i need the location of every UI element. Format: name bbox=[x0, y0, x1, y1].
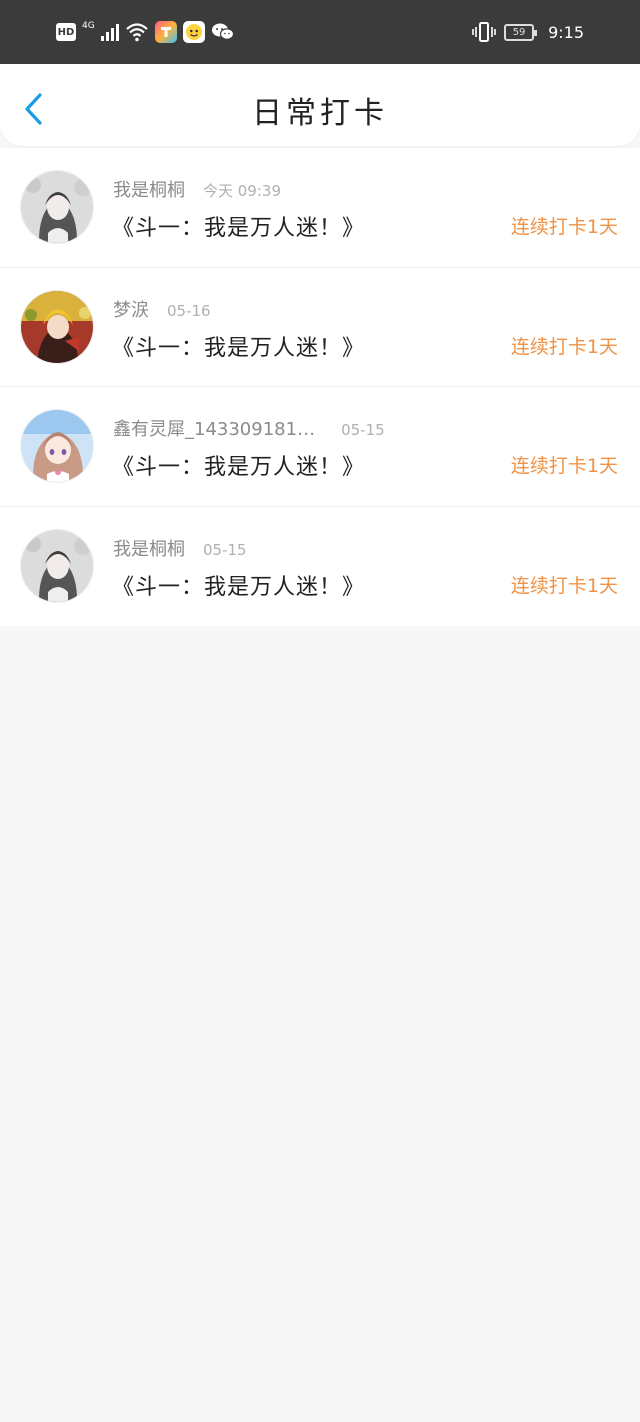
battery-icon: 59 bbox=[504, 23, 538, 41]
username[interactable]: 梦涙 bbox=[113, 296, 149, 322]
streak-label: 连续打卡1天 bbox=[510, 455, 618, 477]
checkin-date: 05-16 bbox=[167, 301, 211, 320]
status-right: 59 9:15 bbox=[472, 20, 584, 44]
checkin-date: 05-15 bbox=[203, 540, 247, 559]
signal-icon bbox=[100, 23, 119, 41]
avatar[interactable] bbox=[20, 409, 94, 483]
user-meta: 鑫有灵犀_143309181… 05-15 bbox=[113, 415, 385, 441]
book-title[interactable]: 《斗一：我是万人迷！》 bbox=[112, 569, 365, 601]
streak-label: 连续打卡1天 bbox=[510, 216, 618, 238]
status-bar: HD 4G 59 9:15 bbox=[0, 0, 640, 64]
checkin-row[interactable]: 我是桐桐 05-15 《斗一：我是万人迷！》 连续打卡1天 bbox=[0, 507, 640, 627]
checkin-row[interactable]: 我是桐桐 今天 09:39 《斗一：我是万人迷！》 连续打卡1天 bbox=[0, 148, 640, 268]
status-left: HD 4G bbox=[56, 20, 235, 44]
app-icon-color bbox=[154, 21, 177, 43]
username[interactable]: 鑫有灵犀_143309181… bbox=[113, 415, 315, 441]
checkin-date: 05-15 bbox=[341, 421, 385, 439]
battery-level: 59 bbox=[512, 26, 526, 38]
empty-area bbox=[0, 626, 640, 1422]
checkin-row[interactable]: 鑫有灵犀_143309181… 05-15 《斗一：我是万人迷！》 连续打卡1天 bbox=[0, 387, 640, 507]
network-type: 4G bbox=[82, 21, 95, 31]
user-meta: 我是桐桐 05-15 bbox=[113, 535, 247, 561]
book-title[interactable]: 《斗一：我是万人迷！》 bbox=[112, 330, 365, 362]
username[interactable]: 我是桐桐 bbox=[113, 176, 185, 202]
wechat-icon bbox=[211, 23, 234, 40]
app-icon-face bbox=[182, 21, 205, 43]
avatar[interactable] bbox=[20, 289, 94, 364]
wifi-icon bbox=[125, 23, 148, 42]
avatar[interactable] bbox=[20, 170, 94, 244]
user-meta: 我是桐桐 今天 09:39 bbox=[113, 176, 281, 202]
checkin-row[interactable]: 梦涙 05-16 《斗一：我是万人迷！》 连续打卡1天 bbox=[0, 268, 640, 387]
checkin-date: 今天 09:39 bbox=[203, 182, 281, 200]
header-bar: 日常打卡 bbox=[0, 64, 640, 146]
user-meta: 梦涙 05-16 bbox=[113, 296, 211, 322]
hd-badge: HD bbox=[56, 23, 76, 41]
page-title: 日常打卡 bbox=[252, 96, 388, 131]
checkin-list: 我是桐桐 今天 09:39 《斗一：我是万人迷！》 连续打卡1天 梦涙 05-1… bbox=[0, 148, 640, 626]
avatar[interactable] bbox=[20, 528, 94, 603]
streak-label: 连续打卡1天 bbox=[510, 335, 618, 358]
book-title[interactable]: 《斗一：我是万人迷！》 bbox=[112, 449, 365, 481]
username[interactable]: 我是桐桐 bbox=[113, 535, 185, 561]
book-title[interactable]: 《斗一：我是万人迷！》 bbox=[112, 210, 365, 242]
vibrate-icon bbox=[472, 22, 496, 42]
streak-label: 连续打卡1天 bbox=[510, 574, 618, 597]
clock: 9:15 bbox=[548, 22, 584, 42]
